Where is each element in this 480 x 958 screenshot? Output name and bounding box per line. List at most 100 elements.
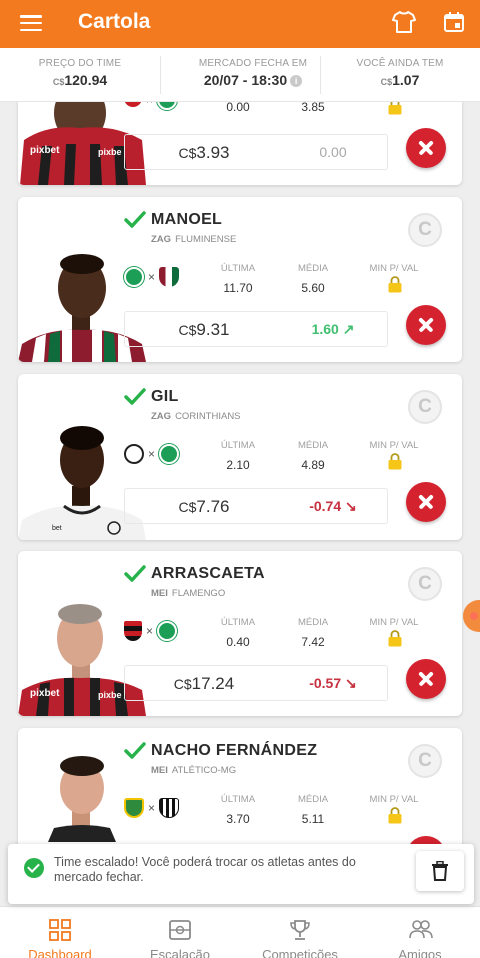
flamengo-badge-icon <box>124 621 142 641</box>
goias-badge-icon <box>124 267 144 287</box>
calendar-icon[interactable] <box>444 12 464 32</box>
nav-competicoes-label: Competições <box>262 947 338 958</box>
lock-icon <box>388 807 402 824</box>
divider <box>320 56 321 94</box>
team-price-currency: C$ <box>52 77 65 87</box>
captain-button[interactable]: C <box>408 213 442 247</box>
fluminense-badge-icon <box>159 267 180 287</box>
min-valorize-label: MIN P/ VAL <box>369 617 419 628</box>
remove-player-button[interactable] <box>406 128 446 168</box>
menu-icon[interactable] <box>20 15 42 31</box>
player-position-club: ZAG CORINTHIANS <box>151 411 241 422</box>
player-club: FLAMENGO <box>171 588 226 599</box>
success-check-icon <box>24 858 44 878</box>
player-club: ATLÉTICO-MG <box>171 765 237 776</box>
last-score-label: ÚLTIMA <box>220 440 256 451</box>
floating-side-button[interactable] <box>463 600 480 632</box>
last-score-label: ÚLTIMA <box>220 617 256 628</box>
price-variation: 1.60 ↗ <box>283 321 383 338</box>
last-score: ÚLTIMA 2.10 <box>208 440 268 472</box>
market-close-stat[interactable]: MERCADO FECHA EM 20/07 - 18:30 i <box>178 58 328 88</box>
last-score-value: 2.10 <box>226 458 250 472</box>
player-position: ZAG <box>151 411 172 422</box>
opponent-badge-icon <box>157 621 178 641</box>
lock-icon <box>388 630 402 647</box>
avg-score-value: 5.60 <box>301 281 325 295</box>
trend-down-icon: ↘ <box>345 675 357 691</box>
nav-escalacao-label: Escalação <box>150 947 210 958</box>
svg-text:bet: bet <box>52 525 62 532</box>
nav-escalacao[interactable]: Escalação <box>120 907 240 958</box>
player-name: NACHO FERNÁNDEZ <box>151 742 318 759</box>
player-card[interactable]: MANOEL ZAG FLUMINENSE C × ÚLTIMA 11.70 MÉ… <box>18 197 462 362</box>
last-score: ÚLTIMA 3.70 <box>208 794 268 826</box>
corinthians-badge-icon <box>124 444 144 464</box>
price-variation: -0.57 ↘ <box>283 675 383 692</box>
confirmed-check-icon <box>124 565 146 582</box>
player-card[interactable]: bet GIL ZAG CORINTHIANS C × ÚLTIMA 2.10 M… <box>18 374 462 540</box>
confirmed-check-icon <box>124 211 146 228</box>
friends-icon <box>409 920 433 939</box>
last-score: ÚLTIMA 11.70 <box>208 263 268 295</box>
remove-player-button[interactable] <box>406 305 446 345</box>
lock-icon <box>388 276 402 293</box>
min-valorize: MIN P/ VAL <box>364 263 424 274</box>
matchup: × <box>124 444 180 464</box>
player-position-club: MEI FLAMENGO <box>151 588 225 599</box>
avg-score: MÉDIA 5.60 <box>283 263 343 295</box>
matchup: × <box>124 267 180 287</box>
svg-text:pixbe: pixbe <box>98 690 122 700</box>
nav-dashboard[interactable]: Dashboard <box>0 907 120 958</box>
price-variation: 0.00 <box>319 144 347 160</box>
shirt-icon[interactable] <box>392 11 416 33</box>
svg-text:pixbet: pixbet <box>30 688 60 699</box>
nav-competicoes[interactable]: Competições <box>240 907 360 958</box>
team-price-label: PREÇO DO TIME <box>38 58 122 69</box>
field-icon <box>169 920 191 940</box>
price-variation-value: 1.60 <box>311 321 339 337</box>
player-price: 7.76 <box>196 497 230 516</box>
last-score-value: 0.00 <box>226 100 250 114</box>
app-title: Cartola <box>78 10 151 33</box>
nav-amigos[interactable]: Amigos <box>360 907 480 958</box>
avg-score-label: MÉDIA <box>297 794 329 805</box>
price-currency: C$ <box>178 322 197 338</box>
remove-player-button[interactable] <box>406 482 446 522</box>
captain-button[interactable]: C <box>408 390 442 424</box>
avg-score-value: 5.11 <box>301 812 325 826</box>
trophy-icon <box>290 920 310 940</box>
avg-score: MÉDIA 5.11 <box>283 794 343 826</box>
player-club: CORINTHIANS <box>175 411 241 422</box>
remove-player-button[interactable] <box>406 659 446 699</box>
lock-icon <box>388 453 402 470</box>
captain-button[interactable]: C <box>408 567 442 601</box>
cuiaba-badge-icon <box>124 798 144 818</box>
dismiss-toast-button[interactable] <box>416 851 464 891</box>
captain-button[interactable]: C <box>408 744 442 778</box>
last-score-value: 11.70 <box>223 281 253 295</box>
team-price-stat: PREÇO DO TIME C$120.94 <box>20 58 140 88</box>
svg-text:pixbet: pixbet <box>30 145 60 156</box>
avg-score: MÉDIA 7.42 <box>283 617 343 649</box>
last-score: ÚLTIMA 0.40 <box>208 617 268 649</box>
min-valorize: MIN P/ VAL <box>364 794 424 805</box>
player-position: MEI <box>151 765 168 776</box>
player-position: MEI <box>151 588 168 599</box>
player-price: 17.24 <box>191 674 235 693</box>
avg-score-label: MÉDIA <box>297 617 329 628</box>
player-name: GIL <box>151 388 179 405</box>
confirmed-check-icon <box>124 388 146 405</box>
balance-label: VOCÊ AINDA TEM <box>356 58 444 69</box>
player-name: MANOEL <box>151 211 223 228</box>
market-close-label: MERCADO FECHA EM <box>198 58 308 69</box>
player-position-club: ZAG FLUMINENSE <box>151 234 236 245</box>
trend-up-icon: ↗ <box>342 321 355 337</box>
player-price: 9.31 <box>196 320 230 339</box>
player-card[interactable]: pixbet pixbe ARRASCAETA MEI FLAMENGO C × … <box>18 551 462 716</box>
price-box: C$17.24 -0.57 ↘ <box>124 665 388 701</box>
nav-amigos-label: Amigos <box>398 947 442 958</box>
balance-value: 1.07 <box>392 72 420 88</box>
last-score-label: ÚLTIMA <box>220 263 256 274</box>
market-close-value: 20/07 - 18:30 <box>203 72 288 88</box>
info-icon[interactable]: i <box>290 75 303 87</box>
